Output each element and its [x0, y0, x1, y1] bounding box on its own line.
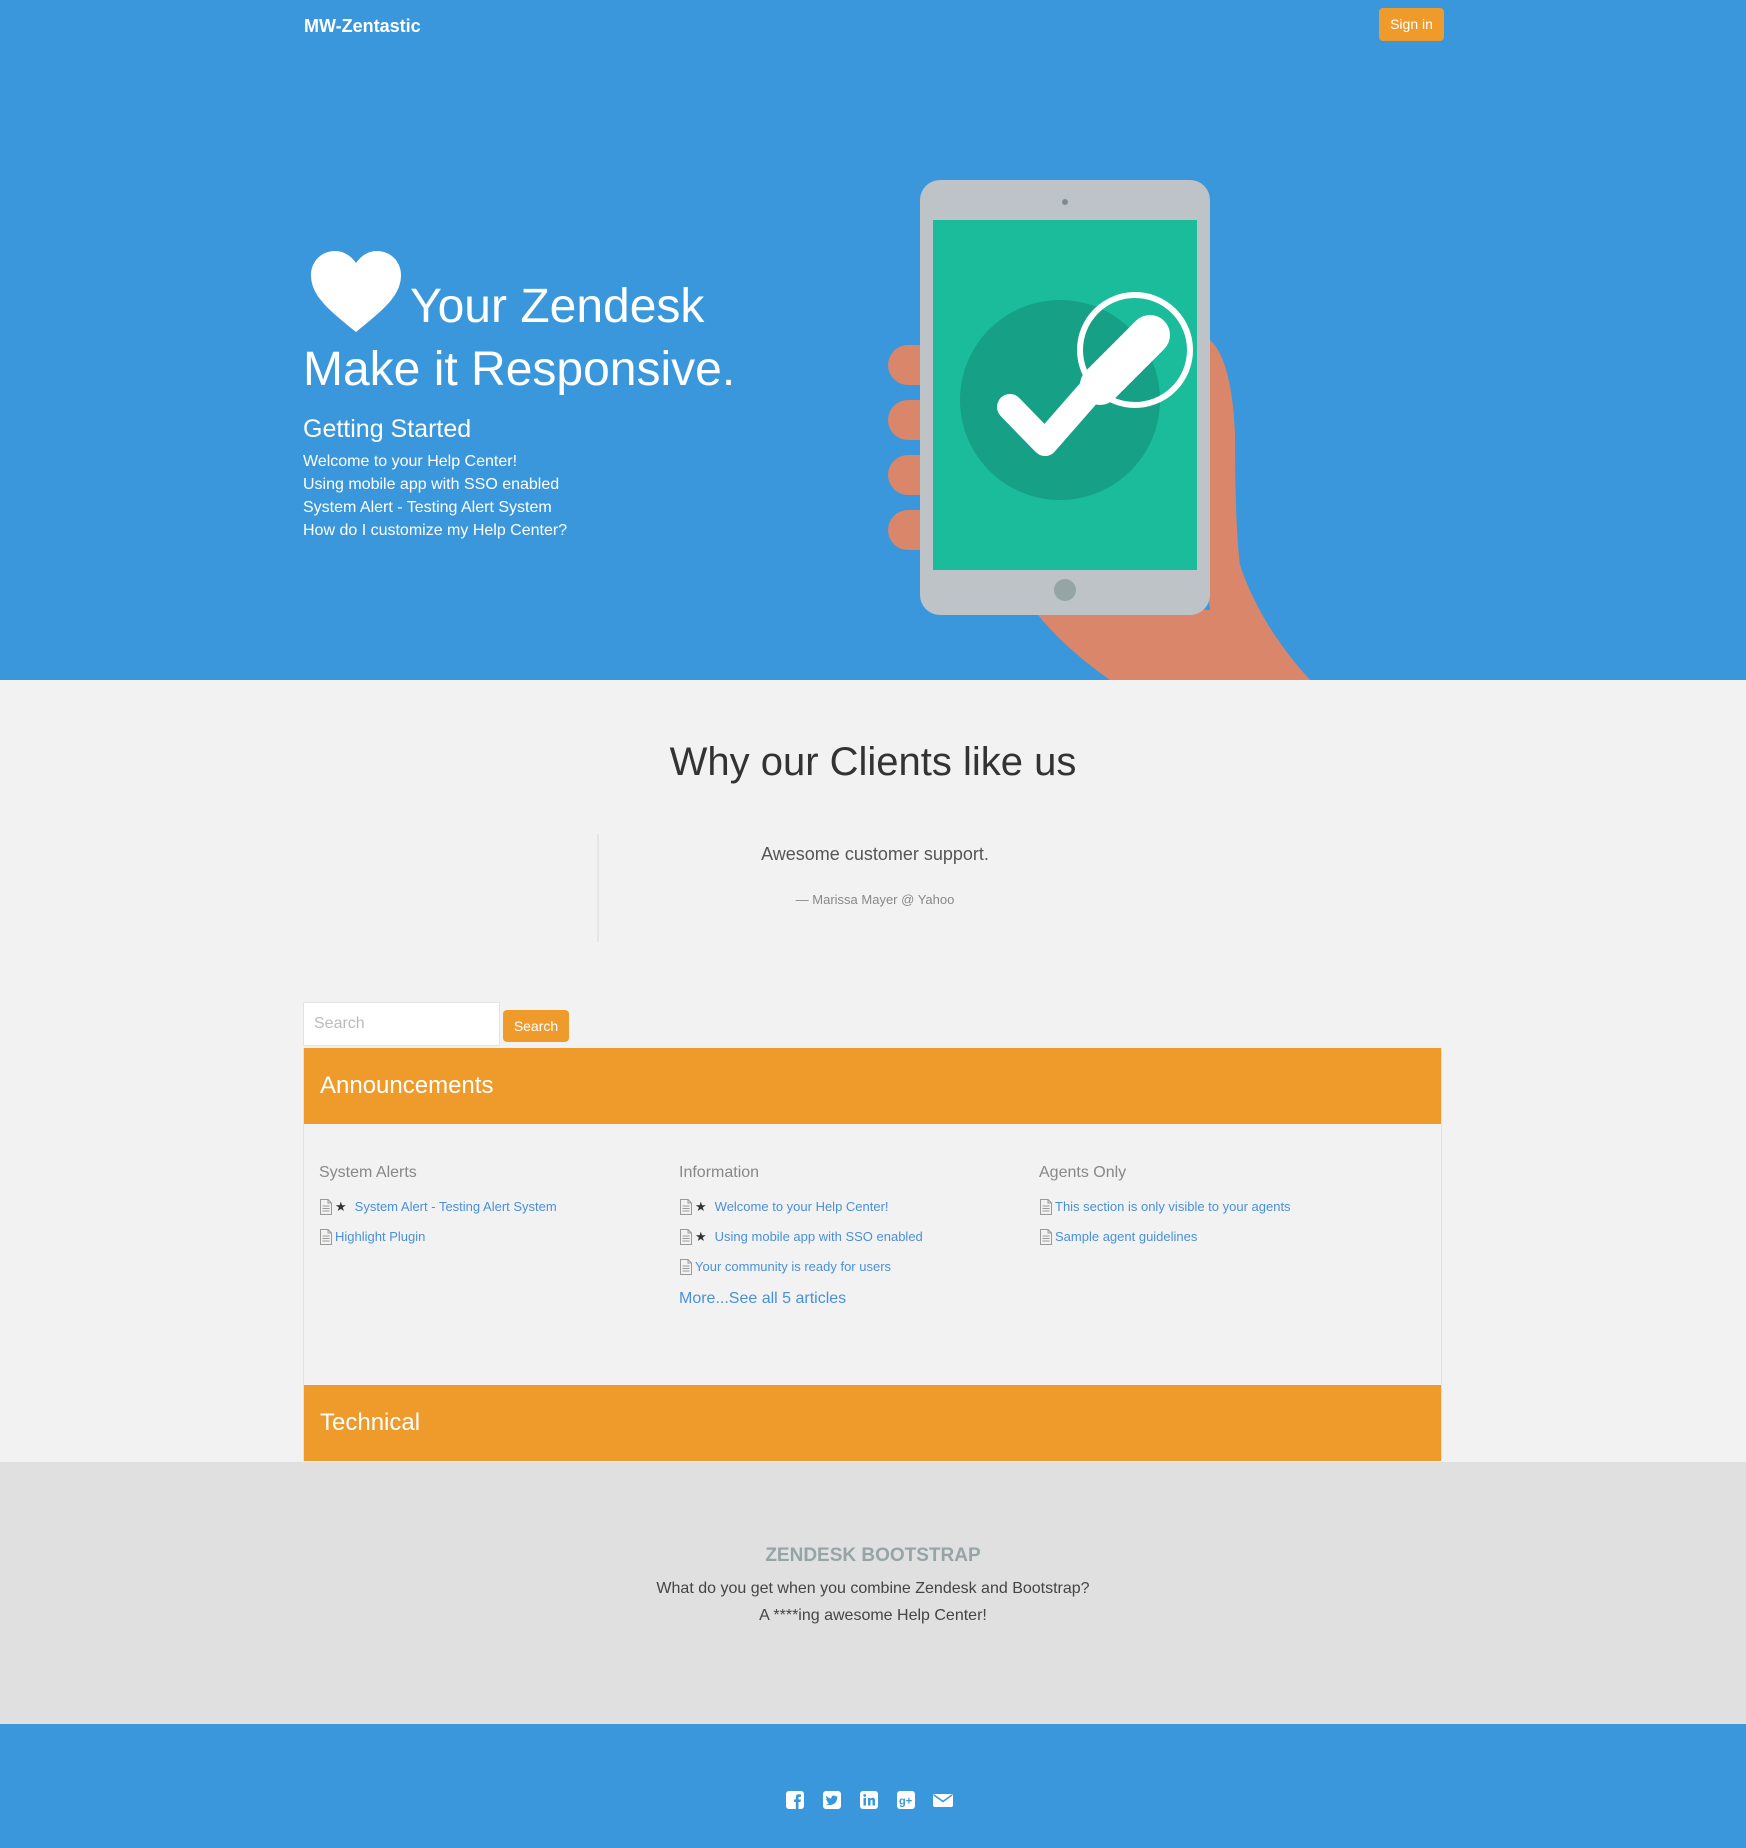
- getting-started-link[interactable]: System Alert - Testing Alert System: [303, 496, 567, 519]
- search-input[interactable]: [303, 1002, 500, 1046]
- document-icon: [680, 1259, 692, 1275]
- footer-about-section: ZENDESK BOOTSTRAP What do you get when y…: [0, 1462, 1746, 1724]
- testimonial-author: — Marissa Mayer @ Yahoo: [795, 892, 955, 907]
- document-icon: [680, 1229, 692, 1245]
- document-icon: [320, 1199, 332, 1215]
- facebook-icon[interactable]: [785, 1790, 805, 1810]
- getting-started-link[interactable]: How do I customize my Help Center?: [303, 519, 567, 542]
- search-button[interactable]: Search: [503, 1010, 569, 1042]
- article-link[interactable]: This section is only visible to your age…: [1039, 1192, 1379, 1222]
- promoted-star-icon: ★: [695, 1229, 707, 1244]
- sign-in-button[interactable]: Sign in: [1379, 8, 1444, 41]
- promoted-star-icon: ★: [695, 1199, 707, 1214]
- categories-panel: Announcements System Alerts ★ System Ale…: [303, 1048, 1442, 1461]
- linkedin-icon[interactable]: [859, 1790, 879, 1810]
- article-link[interactable]: ★ Using mobile app with SSO enabled: [679, 1222, 1019, 1252]
- footer-title: ZENDESK BOOTSTRAP: [765, 1545, 981, 1566]
- article-label: Your community is ready for users: [695, 1259, 892, 1274]
- article-label: Using mobile app with SSO enabled: [714, 1229, 923, 1244]
- article-link[interactable]: ★ System Alert - Testing Alert System: [319, 1192, 659, 1222]
- article-link[interactable]: Sample agent guidelines: [1039, 1222, 1379, 1252]
- see-all-articles-link[interactable]: More...See all 5 articles: [679, 1284, 1019, 1314]
- getting-started-list: Welcome to your Help Center! Using mobil…: [303, 450, 567, 542]
- testimonial-quote: Awesome customer support.: [761, 844, 989, 864]
- footer-tagline-line2: A ****ing awesome Help Center!: [759, 1607, 987, 1624]
- getting-started-title[interactable]: Getting Started: [303, 414, 471, 444]
- google-plus-icon[interactable]: g+: [896, 1790, 916, 1810]
- getting-started-link[interactable]: Welcome to your Help Center!: [303, 450, 567, 473]
- article-label: Welcome to your Help Center!: [714, 1199, 889, 1214]
- article-link[interactable]: ★ Welcome to your Help Center!: [679, 1192, 1019, 1222]
- section-title[interactable]: Agents Only: [1039, 1162, 1379, 1184]
- document-icon: [680, 1199, 692, 1215]
- promoted-star-icon: ★: [335, 1199, 347, 1214]
- document-icon: [1040, 1199, 1052, 1215]
- email-icon[interactable]: [933, 1790, 953, 1810]
- article-label: Sample agent guidelines: [1055, 1229, 1198, 1244]
- section-system-alerts: System Alerts ★ System Alert - Testing A…: [319, 1162, 659, 1252]
- quote-divider: [597, 834, 599, 942]
- hero-section: MW-Zentastic Sign in Your Zendesk Make i…: [0, 0, 1746, 680]
- brand-logo-link[interactable]: MW-Zentastic: [304, 14, 421, 38]
- twitter-icon[interactable]: [822, 1790, 842, 1810]
- hero-headline-line1: Your Zendesk: [410, 280, 705, 333]
- testimonials-title: Why our Clients like us: [669, 740, 1077, 784]
- article-label: System Alert - Testing Alert System: [354, 1199, 557, 1214]
- category-header-announcements[interactable]: Announcements: [304, 1048, 1441, 1124]
- section-title[interactable]: Information: [679, 1162, 1019, 1184]
- section-agents-only: Agents Only This section is only visible…: [1039, 1162, 1379, 1252]
- social-links: g+: [785, 1790, 953, 1810]
- document-icon: [320, 1229, 332, 1245]
- article-label: This section is only visible to your age…: [1055, 1199, 1291, 1214]
- svg-text:g+: g+: [899, 1796, 912, 1808]
- footer-tagline-line1: What do you get when you combine Zendesk…: [656, 1580, 1090, 1597]
- document-icon: [1040, 1229, 1052, 1245]
- section-information: Information ★ Welcome to your Help Cente…: [679, 1162, 1019, 1314]
- hand-holding-tablet-illustration: [888, 180, 1310, 680]
- article-link[interactable]: Your community is ready for users: [679, 1252, 1019, 1282]
- section-title[interactable]: System Alerts: [319, 1162, 659, 1184]
- article-label: Highlight Plugin: [335, 1229, 426, 1244]
- heart-icon: [311, 251, 401, 332]
- footer-social-bar: g+: [0, 1724, 1746, 1848]
- hero-headline-line2: Make it Responsive.: [303, 343, 736, 396]
- article-link[interactable]: Highlight Plugin: [319, 1222, 659, 1252]
- getting-started-link[interactable]: Using mobile app with SSO enabled: [303, 473, 567, 496]
- category-header-technical[interactable]: Technical: [304, 1385, 1441, 1461]
